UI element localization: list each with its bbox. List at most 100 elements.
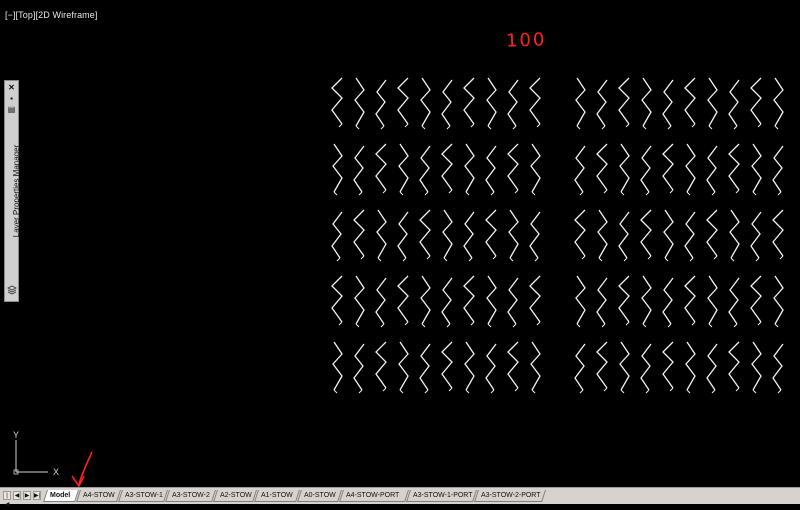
zigzag-shape[interactable] [530,341,541,391]
zigzag-shape[interactable] [773,275,784,325]
zigzag-shape[interactable] [420,275,431,325]
zigzag-shape[interactable] [751,341,762,391]
properties-icon[interactable]: ▤ [7,105,16,114]
zigzag-shape[interactable] [486,77,497,127]
zigzag-shape[interactable] [662,277,674,325]
zigzag-shape[interactable] [398,143,409,193]
layout-tab-a3-stow-1-port[interactable]: A3-STOW-1-PORT [406,490,477,502]
zigzag-shape[interactable] [728,341,740,389]
zigzag-shape[interactable] [596,341,608,389]
zigzag-shape[interactable] [441,143,453,191]
layout-tab-a3-stow-2-port[interactable]: A3-STOW-2-PORT [474,490,546,502]
zigzag-shape[interactable] [441,277,453,325]
zigzag-shape[interactable] [463,77,475,125]
zigzag-shape[interactable] [419,209,431,257]
zigzag-shape[interactable] [750,275,762,323]
zigzag-shape[interactable] [397,211,409,259]
first-tab-icon[interactable]: |◀ [3,491,11,508]
zigzag-shape[interactable] [332,143,343,193]
zigzag-shape[interactable] [331,77,343,125]
zigzag-shape[interactable] [728,143,740,191]
zigzag-shape[interactable] [618,77,630,125]
zigzag-shape[interactable] [375,79,387,127]
layout-tab-a0-stow[interactable]: A0-STOW [297,490,342,502]
zigzag-shape[interactable] [751,143,762,193]
zigzag-shape[interactable] [619,143,630,193]
zigzag-shape[interactable] [398,341,409,391]
zigzag-shape[interactable] [706,145,718,193]
zigzag-shape[interactable] [728,277,740,325]
zigzag-shape[interactable] [663,209,674,259]
zigzag-shape[interactable] [596,143,608,191]
last-tab-icon[interactable]: ▶| [33,491,41,500]
zigzag-shape[interactable] [507,79,519,127]
zigzag-shape[interactable] [463,211,475,259]
autohide-icon[interactable]: ▪ [7,94,16,103]
zigzag-shape[interactable] [772,343,784,391]
zigzag-shape[interactable] [729,209,740,259]
zigzag-shape[interactable] [750,77,762,125]
zigzag-shape[interactable] [507,277,519,325]
zigzag-shape[interactable] [772,145,784,193]
next-tab-icon[interactable]: ▶ [23,491,31,500]
zigzag-shape[interactable] [507,143,519,191]
zigzag-shape[interactable] [684,77,696,125]
zigzag-shape[interactable] [662,79,674,127]
layout-tab-a2-stow[interactable]: A2-STOW [213,490,257,502]
zigzag-shape[interactable] [596,79,608,127]
layout-tab-a3-stow-2[interactable]: A3-STOW-2 [165,490,216,502]
zigzag-shape[interactable] [419,343,431,391]
zigzag-shape[interactable] [684,211,696,259]
zigzag-shape[interactable] [574,209,586,257]
zigzag-shape[interactable] [464,143,475,193]
layout-tab-a3-stow-1[interactable]: A3-STOW-1 [118,490,168,502]
zigzag-shape[interactable] [707,275,718,325]
zigzag-shape[interactable] [485,209,497,257]
zigzag-shape[interactable] [750,211,762,259]
zigzag-shape[interactable] [662,143,674,191]
zigzag-shape[interactable] [772,209,784,257]
zigzag-shape[interactable] [619,341,630,391]
zigzag-shape[interactable] [662,341,674,389]
zigzag-shape[interactable] [641,275,652,325]
zigzag-shape[interactable] [640,343,652,391]
drawing-viewport[interactable]: [−][Top][2D Wireframe] 100 ✕ ▪ ▤ Layer P… [0,0,800,487]
zigzag-shape[interactable] [684,275,696,323]
zigzag-shape[interactable] [618,211,630,259]
zigzag-shape[interactable] [464,341,475,391]
close-icon[interactable]: ✕ [7,83,16,92]
zigzag-shape[interactable] [706,209,718,257]
zigzag-shape[interactable] [596,277,608,325]
zigzag-shape[interactable] [441,341,453,389]
zigzag-shape[interactable] [508,209,519,259]
zigzag-shape[interactable] [331,275,343,323]
zigzag-shape[interactable] [575,275,586,325]
zigzag-shape[interactable] [376,209,387,259]
zigzag-shape[interactable] [685,341,696,391]
zigzag-shape[interactable] [442,209,453,259]
zigzag-shape[interactable] [441,79,453,127]
zigzag-shape[interactable] [574,145,586,193]
layout-tab-a4-stow-port[interactable]: A4-STOW-PORT [339,490,409,502]
zigzag-shape[interactable] [597,209,608,259]
zigzag-shape[interactable] [575,77,586,127]
zigzag-shape[interactable] [706,343,718,391]
layout-tab-model[interactable]: Model [43,490,79,502]
zigzag-shape[interactable] [375,143,387,191]
zigzag-shape[interactable] [375,277,387,325]
zigzag-shape[interactable] [397,77,409,125]
zigzag-shape[interactable] [529,275,541,323]
zigzag-shape[interactable] [530,143,541,193]
zigzag-shape[interactable] [485,343,497,391]
layout-tab-a1-stow[interactable]: A1-STOW [254,490,300,502]
zigzag-shape[interactable] [331,211,343,259]
zigzag-shape[interactable] [641,77,652,127]
zigzag-shape[interactable] [529,77,541,125]
zigzag-shape[interactable] [773,77,784,127]
zigzag-shape[interactable] [485,145,497,193]
zigzag-shape[interactable] [353,209,365,257]
zigzag-shape[interactable] [332,341,343,391]
zigzag-shape[interactable] [354,275,365,325]
zigzag-shape[interactable] [640,145,652,193]
prev-tab-icon[interactable]: ◀ [13,491,21,500]
